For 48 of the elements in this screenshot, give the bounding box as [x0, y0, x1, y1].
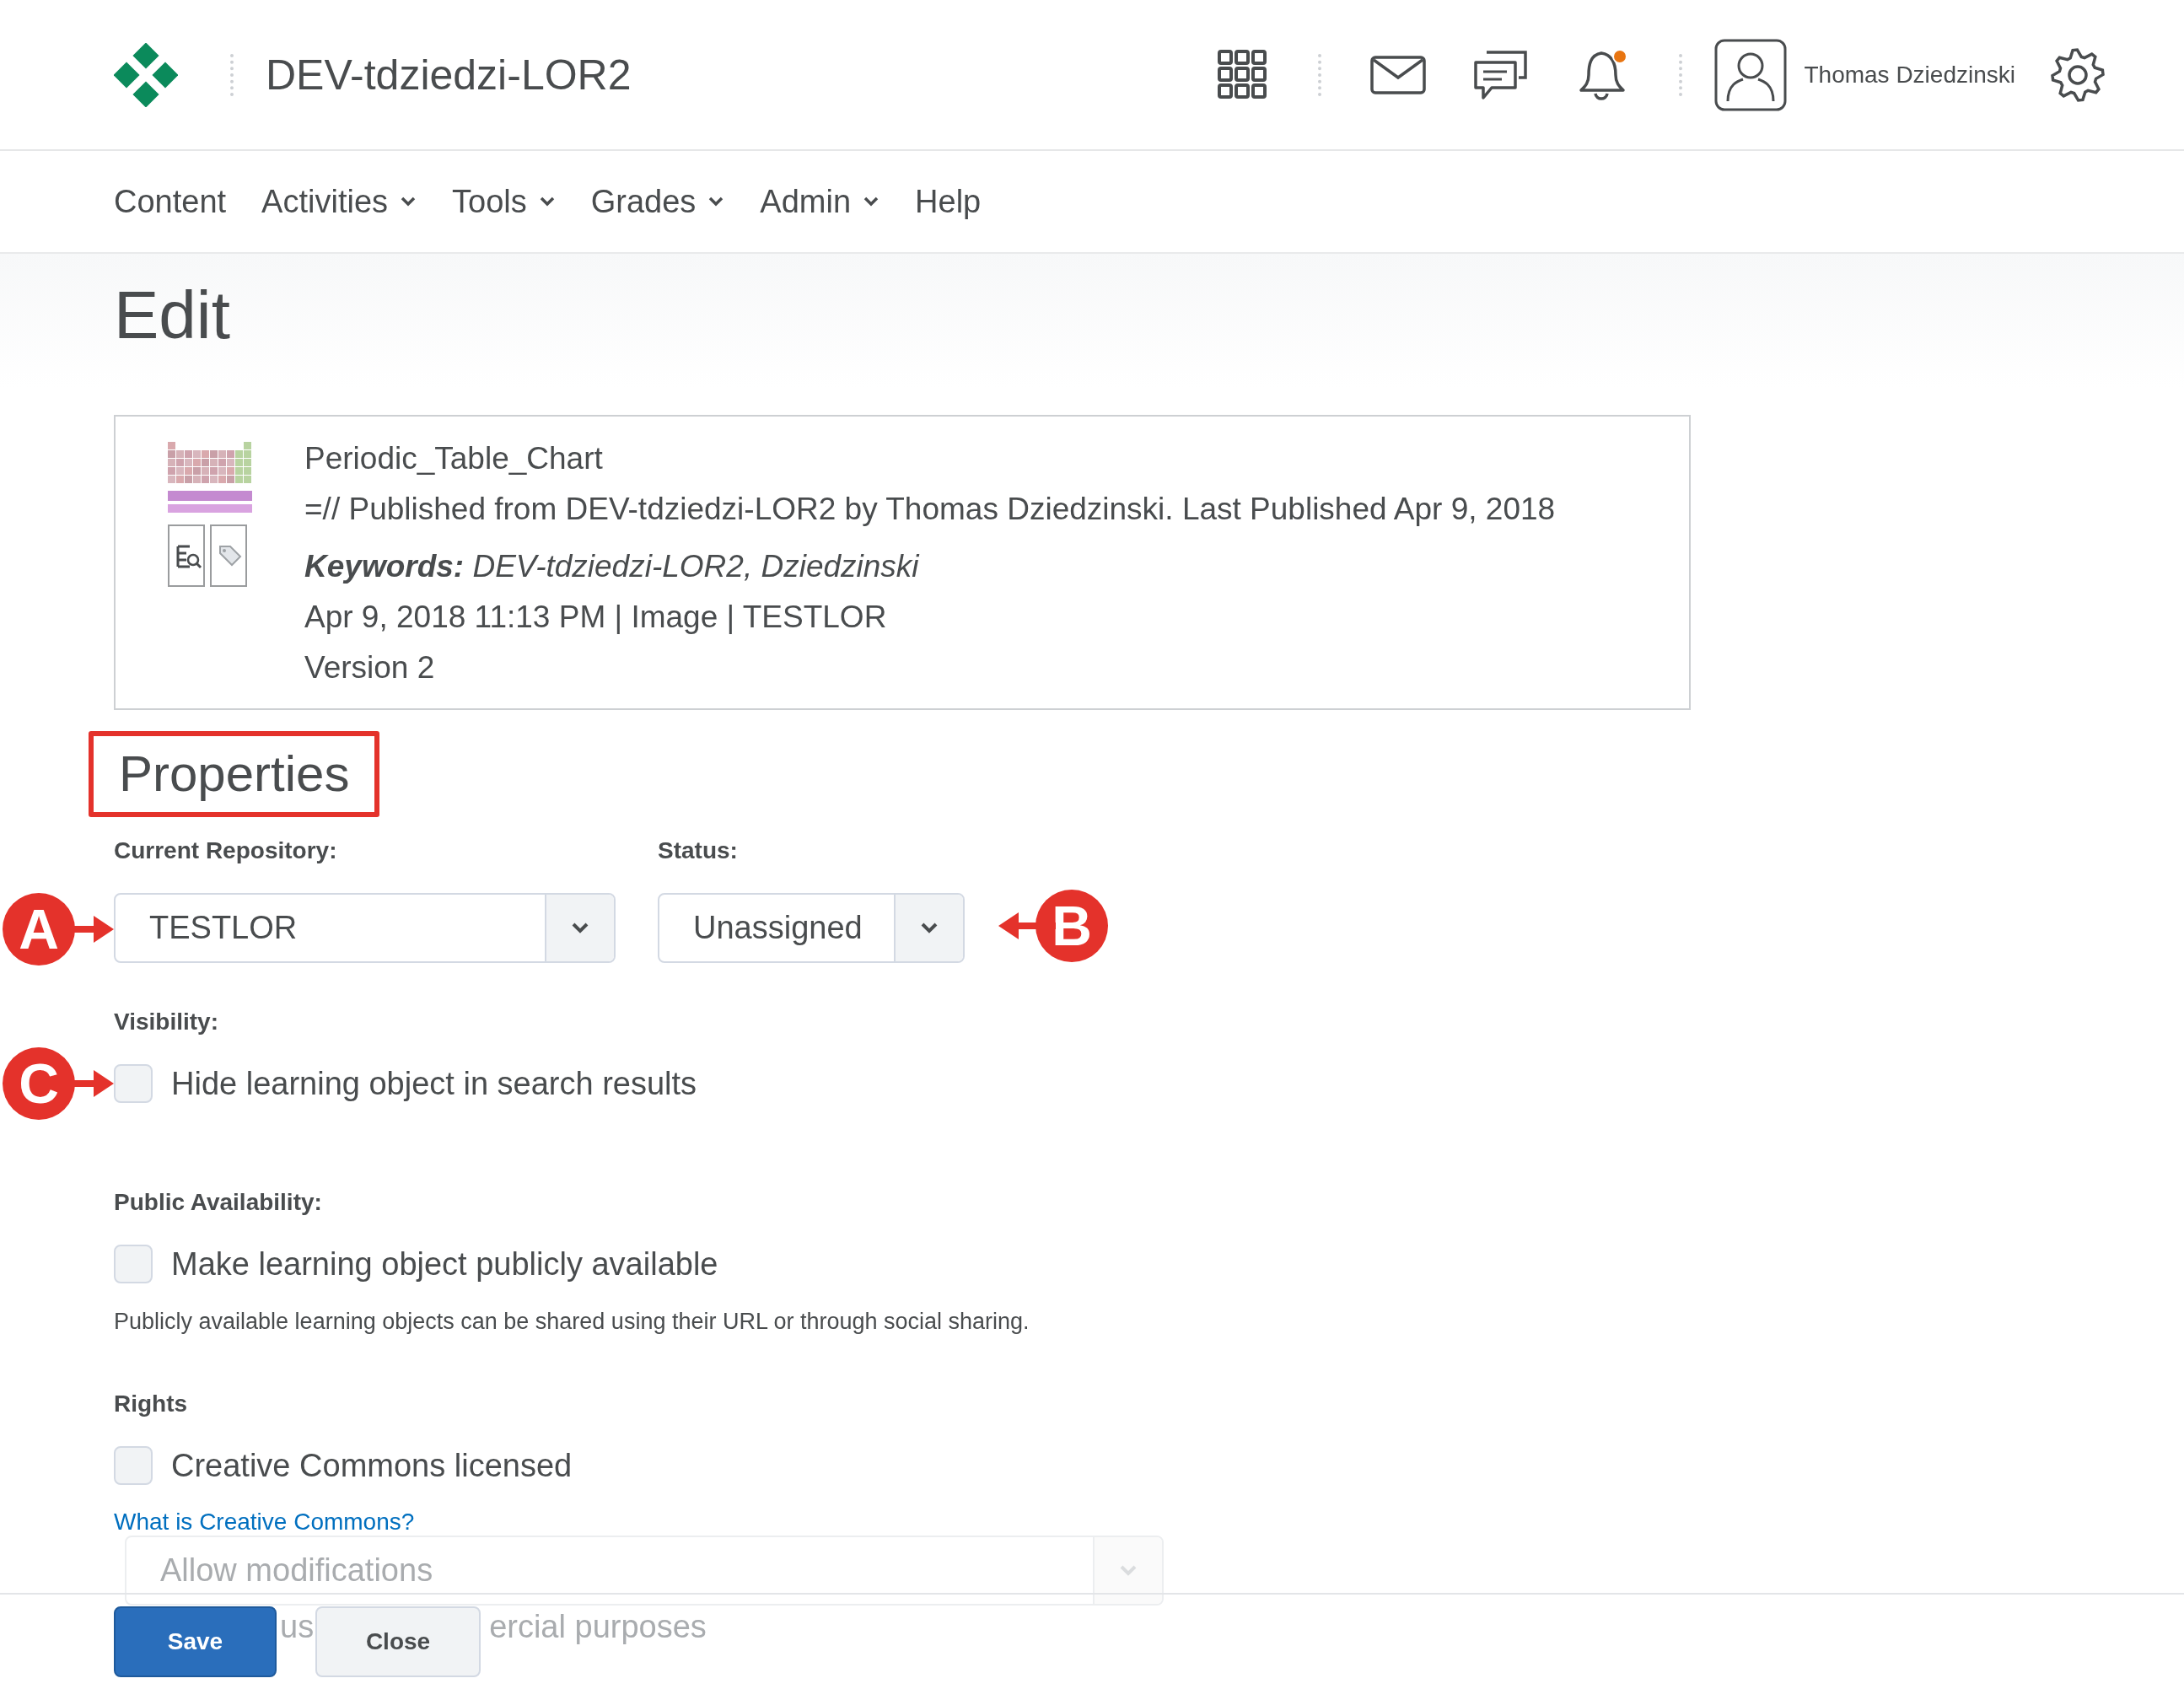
chevron-down-icon — [920, 921, 939, 935]
checkbox-label[interactable]: Hide learning object in search results — [171, 1065, 697, 1102]
nav-menu-item[interactable]: Activities — [261, 183, 417, 220]
callout-marker: C — [3, 1047, 75, 1120]
nav-menu-item[interactable]: Content — [114, 183, 227, 220]
user-avatar-icon[interactable] — [1714, 38, 1788, 111]
keywords: Keywords: DEV-tdziedzi-LOR2, Dziedzinski — [304, 548, 921, 585]
callout-marker: A — [3, 893, 75, 966]
field-label: Status: — [658, 836, 739, 865]
user-name[interactable]: Thomas Dziedzinski — [1804, 61, 2015, 89]
close-button[interactable]: Close — [315, 1606, 481, 1677]
callout-marker: B — [1036, 890, 1108, 962]
checkbox-label[interactable]: Creative Commons licensed — [171, 1447, 573, 1484]
preview-icon[interactable] — [168, 524, 205, 587]
mail-icon[interactable] — [1370, 55, 1427, 94]
field-label: Public Availability: — [114, 1188, 323, 1217]
checkbox[interactable] — [114, 1245, 153, 1283]
chevron-down-icon — [1119, 1563, 1138, 1578]
checkbox[interactable] — [114, 1064, 153, 1103]
site-title[interactable]: DEV-tdziedzi-LOR2 — [266, 50, 632, 100]
chat-icon[interactable] — [1473, 48, 1530, 101]
checkbox[interactable] — [114, 1446, 153, 1485]
field-label: Visibility: — [114, 1008, 219, 1036]
checkbox-label[interactable]: Make learning object publicly available — [171, 1245, 718, 1283]
nav-menu-item[interactable]: Tools — [452, 183, 556, 220]
save-button[interactable]: Save — [114, 1606, 277, 1677]
field-label: Rights — [114, 1390, 189, 1418]
chevron-down-icon — [571, 921, 589, 935]
dropdown[interactable]: Unassigned — [658, 893, 965, 963]
nav-menu-item[interactable]: Grades — [590, 183, 725, 220]
option-text: ercial purposes — [489, 1609, 707, 1645]
dropdown[interactable]: TESTLOR — [114, 893, 616, 963]
page-title: Edit — [114, 277, 231, 354]
dropdown: Allow modifications — [125, 1536, 1164, 1606]
field-label: Current Repository: — [114, 836, 338, 865]
settings-icon[interactable] — [2049, 46, 2106, 104]
logo-icon — [114, 42, 178, 107]
nav-menu-item[interactable]: Admin — [760, 183, 880, 220]
item-version: Version 2 — [304, 649, 436, 686]
item-metadata: Apr 9, 2018 11:13 PM | Image | TESTLOR — [304, 599, 888, 636]
tag-icon[interactable] — [210, 524, 247, 587]
publish-info: =// Published from DEV-tdziedzi-LOR2 by Thomas Dziedzinski. Last Published Apr 9, 2018 — [304, 491, 1556, 528]
nav-menu-item[interactable]: Help — [915, 183, 982, 220]
section-heading: Properties — [89, 731, 380, 817]
help-link[interactable]: What is Creative Commons? — [114, 1509, 2184, 1536]
help-text: Publicly available learning objects can be shared using their URL or through social sharing. — [114, 1309, 1030, 1335]
option-text: us — [280, 1609, 315, 1645]
item-title: Periodic_Table_Chart — [304, 440, 604, 477]
